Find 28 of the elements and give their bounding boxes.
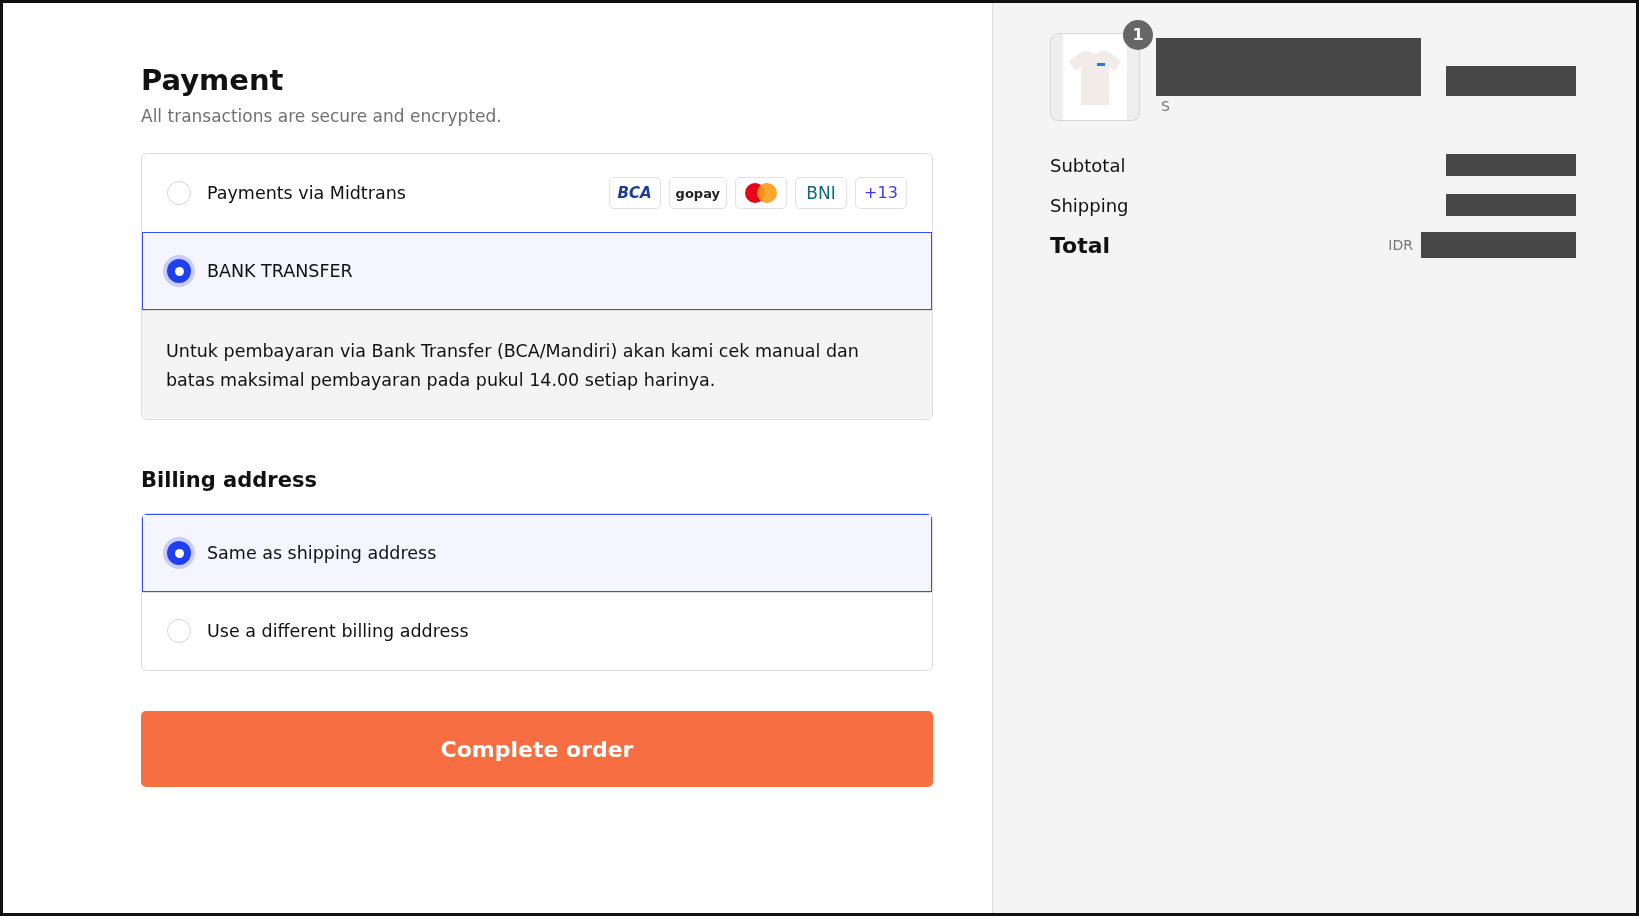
t-shirt-icon — [1069, 49, 1121, 105]
payment-option[interactable]: BANK TRANSFER — [142, 232, 932, 311]
billing-option[interactable]: Use a different billing address — [142, 592, 932, 671]
bni-logo: BNI — [795, 177, 847, 210]
summary-label: Subtotal — [1050, 153, 1126, 178]
option-label: Same as shipping address — [207, 542, 438, 566]
option-label: Use a different billing address — [207, 620, 470, 644]
payment-details-text: Untuk pembayaran via Bank Transfer (BCA/Mandiri) akan kami cek manual dan batas maksimal pembayaran pada pukul 14.00 setiap harinya. — [142, 310, 932, 420]
payment-option[interactable]: Payments via Midtrans BCA gopay BNI +13 — [142, 154, 932, 233]
mastercard-icon — [745, 183, 777, 204]
radio-button[interactable] — [167, 541, 191, 566]
bca-logo: BCA — [608, 177, 661, 210]
radio-button[interactable] — [167, 619, 191, 644]
summary-label: Shipping — [1050, 193, 1129, 218]
more-methods-count: +13 — [855, 177, 907, 210]
variant-label: S — [1161, 97, 1171, 116]
gopay-logo: gopay — [668, 177, 727, 210]
radio-button[interactable] — [167, 181, 191, 206]
currency-label: IDR — [1388, 235, 1413, 255]
billing-option[interactable]: Same as shipping address — [142, 514, 932, 593]
payment-heading: Payment — [141, 63, 285, 98]
option-label: BANK TRANSFER — [207, 260, 354, 284]
total-label: Total — [1050, 231, 1111, 260]
radio-button[interactable] — [167, 259, 191, 284]
billing-heading: Billing address — [141, 468, 318, 494]
quantity-badge: 1 — [1123, 20, 1153, 50]
option-label: Payments via Midtrans — [207, 182, 407, 206]
security-note: All transactions are secure and encrypted. — [141, 104, 503, 128]
